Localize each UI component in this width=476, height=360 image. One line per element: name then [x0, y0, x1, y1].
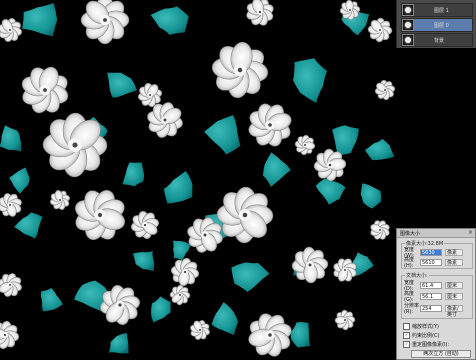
stamen — [199, 329, 201, 331]
layers-panel: 图层 1 图层 0 背景 — [396, 0, 476, 48]
scale-styles-checkbox[interactable]: 缩放样式(Y) — [403, 323, 439, 330]
white-flower — [335, 310, 355, 330]
pixel-height-label: 高度(H): — [404, 256, 420, 269]
stamen — [304, 144, 306, 146]
stamen — [59, 199, 61, 201]
layer-name: 图层 1 — [434, 7, 449, 14]
doc-width-input[interactable]: 61.4 — [420, 282, 442, 289]
layer-name: 图层 0 — [434, 22, 449, 29]
stamen — [4, 334, 6, 336]
flower-pattern-thumbnail-icon — [402, 19, 414, 31]
stamen — [72, 142, 77, 147]
stamen — [344, 319, 346, 321]
constrain-proportions-label: 约束比例(C) — [412, 332, 439, 339]
dialog-title: 图像大小 — [400, 230, 420, 237]
resolution-label: 分辨率(R): — [404, 302, 420, 315]
stamen — [344, 269, 346, 271]
stamen — [118, 303, 121, 306]
stamen — [184, 271, 186, 273]
resolution-unit[interactable]: 像素/英寸 — [445, 305, 463, 312]
stamen — [43, 88, 47, 92]
stamen — [329, 164, 332, 167]
resample-method-select[interactable]: 两次立方 (自动) — [411, 350, 471, 358]
stamen — [204, 234, 207, 237]
white-flower — [368, 18, 393, 43]
close-icon[interactable]: × — [468, 229, 473, 236]
stamen — [349, 9, 351, 11]
checkmark-icon[interactable]: ✓ — [403, 341, 410, 348]
stamen — [259, 11, 261, 13]
pixel-height-unit[interactable]: 像素 — [445, 259, 463, 266]
resample-label: 重定图像像素(I): — [412, 341, 449, 348]
stamen — [103, 18, 107, 22]
stamen — [379, 229, 381, 231]
document-size-group: 文档大小: 宽度(D): 61.4 厘米 高度(G): 56.1 厘米 分辨率(… — [401, 275, 473, 319]
resample-checkbox[interactable]: ✓ 重定图像像素(I): — [403, 341, 449, 348]
pixel-height-input[interactable]: 5610 — [420, 259, 442, 266]
flower-pattern-thumbnail-icon — [402, 4, 414, 16]
dialog-titlebar[interactable]: 图像大小 × — [397, 229, 475, 238]
doc-width-unit[interactable]: 厘米 — [445, 282, 463, 289]
stamen — [9, 204, 11, 206]
stamen — [384, 89, 386, 91]
pixel-width-unit[interactable]: 像素 — [445, 249, 463, 256]
image-size-dialog: 图像大小 × 像素大小:32.8M 宽度(W): 5630 像素 高度(H): … — [396, 228, 476, 360]
pixel-dimensions-group: 像素大小:32.8M 宽度(W): 5630 像素 高度(H): 5610 像素 — [401, 243, 473, 269]
pixel-width-input[interactable]: 5630 — [420, 249, 442, 256]
doc-height-input[interactable]: 56.1 — [420, 293, 442, 300]
scale-styles-label: 缩放样式(Y) — [412, 323, 439, 330]
stamen — [238, 68, 242, 72]
stamen — [379, 29, 381, 31]
stamen — [9, 29, 11, 31]
layer-name: 背景 — [434, 37, 444, 44]
checkmark-icon[interactable]: ✓ — [403, 332, 410, 339]
stamen — [243, 213, 247, 217]
stamen — [149, 94, 151, 96]
stamen — [309, 264, 312, 267]
flower-pattern-thumbnail-icon — [402, 34, 414, 46]
stamen — [144, 224, 146, 226]
stamen — [179, 294, 181, 296]
stamen — [268, 333, 272, 337]
layer-row-3[interactable]: 背景 — [401, 33, 473, 47]
constrain-proportions-checkbox[interactable]: ✓ 约束比例(C) — [403, 332, 439, 339]
white-flower — [43, 113, 107, 177]
stamen — [164, 119, 167, 122]
resolution-input[interactable]: 254 — [420, 305, 442, 312]
layer-row-2[interactable]: 图层 0 — [401, 18, 473, 32]
doc-height-unit[interactable]: 厘米 — [445, 293, 463, 300]
stamen — [98, 213, 102, 217]
stamen — [268, 123, 272, 127]
white-flower — [217, 187, 274, 244]
white-flower — [81, 0, 129, 44]
checkbox-box[interactable] — [403, 323, 410, 330]
layer-row-1[interactable]: 图层 1 — [401, 3, 473, 17]
stamen — [9, 284, 11, 286]
white-flower — [170, 285, 190, 305]
